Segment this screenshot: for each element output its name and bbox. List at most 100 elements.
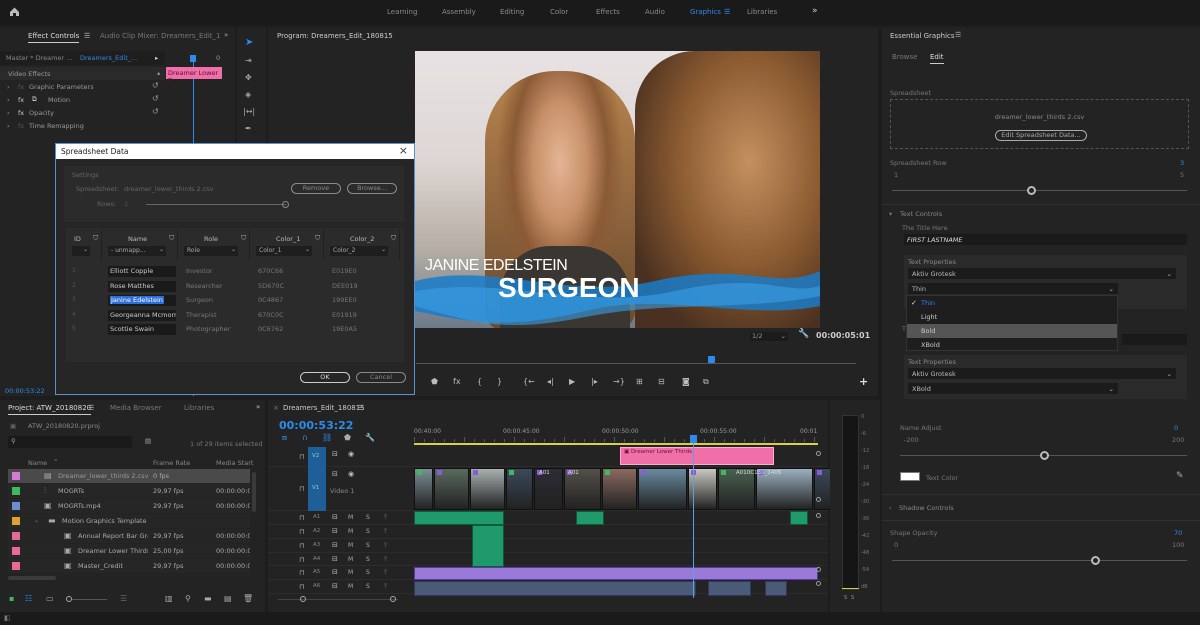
add-button-icon[interactable]: + (859, 375, 868, 388)
workspace-libraries[interactable]: Libraries (747, 8, 777, 16)
label-color-swatch[interactable] (12, 472, 20, 480)
play-icon[interactable]: ▶ (569, 377, 575, 386)
track-scroll-handle[interactable] (816, 451, 821, 456)
spreadsheet-row-value[interactable]: 3 (1180, 159, 1184, 167)
shape-opacity-slider[interactable] (892, 560, 1187, 561)
play-icon[interactable]: ▸ (155, 54, 158, 62)
spreadsheet-dropzone[interactable]: dreamer_lower_thirds 2.csv Edit Spreadsh… (890, 99, 1189, 149)
toggle-visibility-icon[interactable]: ◉ (348, 450, 354, 458)
color2-cell[interactable]: 19E0A5 (332, 325, 357, 333)
step-forward-icon[interactable]: |▸ (591, 377, 598, 386)
cancel-button[interactable]: Cancel (356, 372, 406, 383)
timeline-settings-icon[interactable]: 🔧 (365, 434, 375, 442)
role-cell[interactable]: Therapist (186, 311, 217, 319)
tab-media-browser[interactable]: Media Browser (110, 404, 162, 412)
column-mapping-dropdown[interactable]: - unmapp... ⌄ (108, 246, 166, 256)
find-icon[interactable]: ⚲ (185, 595, 191, 603)
toggle-sync-lock-icon[interactable]: ⊟ (332, 555, 338, 563)
close-tab-icon[interactable]: × (273, 404, 279, 412)
playhead-handle[interactable] (190, 55, 196, 62)
workspace-menu-icon[interactable]: ☰ (724, 8, 730, 16)
lock-icon[interactable]: ⊓ (299, 542, 304, 550)
spreadsheet-row-slider[interactable] (892, 190, 1187, 191)
color1-cell[interactable]: 0C4867 (258, 296, 283, 304)
more-panels-icon[interactable]: » (224, 31, 228, 39)
solo-button[interactable]: S (366, 569, 370, 576)
sequence-tab[interactable]: Dreamers_Edit_180815 (283, 404, 365, 412)
nest-icon[interactable]: ⧈ (282, 434, 287, 442)
column-mapping-dropdown[interactable]: Color_1 ⌄ (256, 246, 312, 256)
workspace-assembly[interactable]: Assembly (442, 8, 476, 16)
text-color-swatch[interactable] (900, 472, 920, 481)
step-back-icon[interactable]: ◂| (547, 377, 554, 386)
project-item[interactable]: ▤ Dreamer_lower_thirds 2.csv 0 fps (8, 469, 250, 483)
effect-controls-timecode[interactable]: 00:00:53:22 (5, 387, 45, 395)
color1-cell[interactable]: 5D670C (258, 282, 284, 290)
lock-icon[interactable]: ⊓ (299, 583, 304, 591)
sequence-clip-dropdown[interactable]: Dreamers_Edit_... (80, 54, 137, 62)
project-item[interactable]: ⌄ ▬ Motion Graphics Template (8, 514, 250, 528)
lock-column-icon[interactable]: ⛉ (241, 234, 246, 243)
track-select-tool-icon[interactable]: ⇥ (245, 57, 252, 65)
pen-tool-icon[interactable]: ✒ (245, 125, 252, 133)
voice-over-record-icon[interactable]: ⫯ (384, 513, 387, 522)
close-icon[interactable]: × (399, 144, 408, 157)
effect-motion[interactable]: › fx ⧉ Motion ↺ (0, 94, 165, 107)
expand-text-controls-icon[interactable]: ▾ (889, 210, 892, 218)
shape-opacity-value[interactable]: 70 (1174, 529, 1182, 537)
ripple-edit-tool-icon[interactable]: ✥ (245, 74, 252, 82)
mark-out-icon[interactable]: } (497, 377, 502, 386)
wrench-icon[interactable]: 🔧 (798, 329, 809, 339)
column-mapping-dropdown[interactable]: Color_2 ⌄ (330, 246, 388, 256)
workspace-editing[interactable]: Editing (500, 8, 524, 16)
rows-slider[interactable] (146, 204, 286, 205)
rows-slider-handle[interactable] (282, 201, 289, 208)
camera-icon[interactable]: ◙ (682, 377, 690, 386)
work-area-bar[interactable] (414, 443, 818, 445)
workspace-effects[interactable]: Effects (596, 8, 620, 16)
timeline-timecode[interactable]: 00:00:53:22 (279, 419, 353, 432)
panel-menu-icon[interactable]: ☰ (84, 32, 90, 40)
collapse-icon[interactable]: ▴ (157, 69, 160, 77)
tab-edit[interactable]: Edit (930, 53, 944, 64)
new-item-icon[interactable]: ▤ (224, 595, 232, 603)
toggle-sync-lock-icon[interactable]: ⊟ (332, 582, 338, 590)
expand-shadow-icon[interactable]: › (889, 504, 892, 512)
project-item[interactable]: ▣ Master_Credit 29,97 fps 00:00:00:0 (8, 559, 250, 573)
insert-icon[interactable]: ⊞ (636, 377, 643, 386)
lock-icon[interactable]: ⊓ (299, 453, 304, 461)
column-mapping-dropdown[interactable]: ⌄ (72, 246, 90, 256)
list-view-icon[interactable]: ☷ (25, 595, 32, 603)
panel-menu-icon[interactable]: ☰ (955, 31, 961, 39)
lock-icon[interactable]: ⊓ (299, 485, 304, 493)
music-clip[interactable] (414, 567, 818, 580)
audio-clip[interactable] (472, 525, 504, 567)
audio-clip[interactable] (576, 511, 604, 525)
icon-view-icon[interactable]: ▭ (46, 595, 54, 603)
row-slider-handle[interactable] (1027, 186, 1036, 195)
horizontal-scrollbar[interactable] (8, 576, 56, 580)
name-cell[interactable]: Elliott Copple (108, 266, 176, 277)
lock-column-icon[interactable]: ⛉ (391, 234, 396, 243)
workspace-learning[interactable]: Learning (387, 8, 417, 16)
name-adjust-value[interactable]: 0 (1174, 424, 1178, 432)
label-color-swatch[interactable] (12, 487, 20, 495)
go-to-out-icon[interactable]: →} (613, 377, 625, 386)
razor-tool-icon[interactable]: ◈ (245, 91, 251, 99)
workspace-audio[interactable]: Audio (645, 8, 665, 16)
track-scroll-handle[interactable] (816, 513, 821, 518)
mute-button[interactable]: M (348, 542, 353, 549)
role-cell[interactable]: Surgeon (186, 296, 213, 304)
audio-clip[interactable] (790, 511, 808, 525)
panel-menu-icon[interactable]: ☰ (358, 404, 364, 412)
zoom-slider[interactable] (72, 599, 107, 600)
lock-icon[interactable]: ▪ (9, 595, 14, 603)
toggle-sync-lock-icon[interactable]: ⊟ (332, 568, 338, 576)
tab-audio-clip-mixer[interactable]: Audio Clip Mixer: Dreamers_Edit_1 (100, 32, 221, 40)
browse-button[interactable]: Browse... (347, 183, 397, 194)
lock-column-icon[interactable]: ⛉ (93, 234, 98, 243)
font-dropdown[interactable]: Aktiv Grotesk ⌄ (908, 268, 1176, 279)
lock-column-icon[interactable]: ⛉ (315, 234, 320, 243)
clip-bar[interactable]: Dreamer Lower T (166, 67, 222, 85)
snap-icon[interactable]: ∩ (302, 434, 308, 442)
